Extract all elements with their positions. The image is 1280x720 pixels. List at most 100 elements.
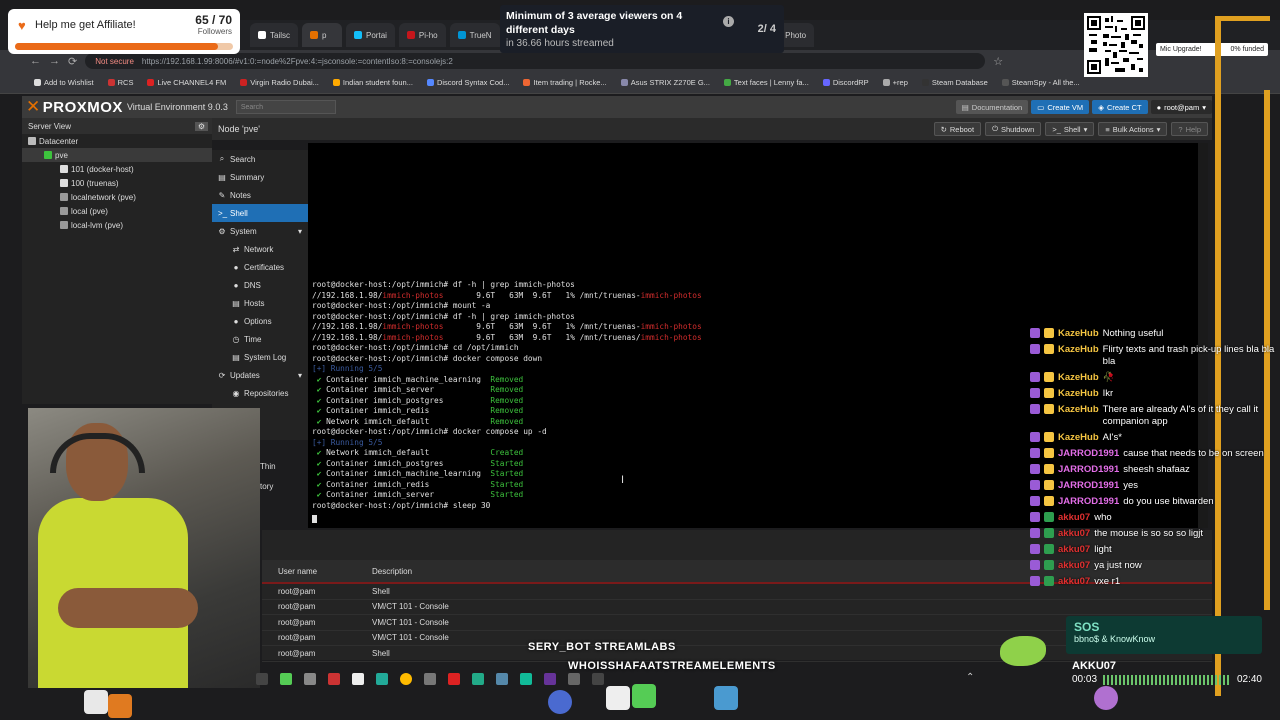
twitch-icon[interactable] <box>544 673 556 685</box>
tree-item[interactable]: local (pve) <box>22 204 212 218</box>
taskbar-app-icon[interactable] <box>448 673 460 685</box>
create-ct-button[interactable]: ◈ Create CT <box>1092 100 1148 114</box>
taskbar-app-icon[interactable] <box>592 673 604 685</box>
taskbar-app-icon[interactable] <box>520 673 532 685</box>
taskbar-app-icon[interactable] <box>424 673 436 685</box>
terminal-segment: [+] Running 5/5 <box>312 364 383 373</box>
shell-button[interactable]: >_ Shell ▾ <box>1045 122 1095 136</box>
menu-item[interactable]: ⚙ System ▾ <box>212 222 308 240</box>
menu-item-label: Shell <box>230 208 248 218</box>
back-icon[interactable]: ← <box>30 55 41 67</box>
browser-tab[interactable]: p <box>302 23 343 47</box>
chrome-icon[interactable] <box>400 673 412 685</box>
bookmark-item[interactable]: Steam Database <box>921 78 988 87</box>
url-field[interactable]: Not secure https://192.168.1.99:8006/#v1… <box>85 53 986 69</box>
menu-item-icon: ⟳ <box>218 370 226 380</box>
play-icon[interactable] <box>280 673 292 685</box>
bulk-actions-button[interactable]: ≡ Bulk Actions ▾ <box>1098 122 1168 136</box>
chat-badge-icon <box>1044 560 1054 570</box>
user-menu-button[interactable]: ● root@pam ▾ <box>1150 100 1212 114</box>
tree-item-label: local (pve) <box>71 206 108 216</box>
chat-message: JARROD1991 cause that needs to be on scre… <box>1030 448 1275 460</box>
taskbar-app-icon[interactable] <box>496 673 508 685</box>
bookmark-item[interactable]: Discord Syntax Cod... <box>426 78 509 87</box>
taskbar-app-icon[interactable] <box>256 673 268 685</box>
bookmark-item[interactable]: Asus STRIX Z270E G... <box>620 78 710 87</box>
chat-message: JARROD1991 sheesh shafaaz <box>1030 464 1275 476</box>
column-description[interactable]: Description <box>372 567 672 576</box>
bookmark-item[interactable]: Live CHANNEL4 FM <box>147 78 226 87</box>
menu-item[interactable]: ✎ Notes <box>212 186 308 204</box>
pve-search-input[interactable]: Search <box>235 100 336 114</box>
bookmark-label: Live CHANNEL4 FM <box>157 78 227 87</box>
tree-item-label: Datacenter <box>39 136 79 146</box>
chat-message: KazeHub AI's* <box>1030 432 1275 444</box>
chevron-up-icon[interactable]: ⌃ <box>966 672 974 683</box>
browser-tab[interactable]: Portai <box>346 23 395 47</box>
documentation-button[interactable]: ▤ Documentation <box>955 100 1029 114</box>
bookmark-item[interactable]: RCS <box>107 78 133 87</box>
taskbar-app-icon[interactable] <box>472 673 484 685</box>
chat-badge-icon <box>1030 404 1040 414</box>
reboot-icon: ↻ <box>940 124 947 134</box>
tree-item[interactable]: Datacenter <box>22 134 212 148</box>
bookmark-item[interactable]: Indian student foun... <box>332 78 413 87</box>
bookmark-label: Indian student foun... <box>342 78 413 87</box>
tree-item[interactable]: 101 (docker-host) <box>22 162 212 176</box>
create-vm-button[interactable]: ▭ Create VM <box>1031 100 1090 114</box>
taskbar-app-icon[interactable] <box>568 673 580 685</box>
taskbar-app-icon[interactable] <box>304 673 316 685</box>
bookmark-item[interactable]: SteamSpy - All the... <box>1001 78 1080 87</box>
column-user-name[interactable]: User name <box>262 567 372 576</box>
chat-text: vxe r1 <box>1094 576 1121 587</box>
terminal-segment: Removed <box>490 385 524 394</box>
bookmark-star-icon[interactable]: ☆ <box>993 55 1003 68</box>
terminal-segment: immich-photos <box>640 322 702 331</box>
reboot-button[interactable]: ↻ Reboot <box>933 122 982 136</box>
browser-tab[interactable]: Pi-ho <box>398 23 446 47</box>
chat-badge-icon <box>1044 480 1054 490</box>
bookmark-item[interactable]: Item trading | Rocke... <box>523 78 607 87</box>
menu-item[interactable]: ⇄ Network <box>212 240 308 258</box>
menu-item[interactable]: ● Certificates <box>212 258 308 276</box>
menu-item[interactable]: ▤ System Log <box>212 348 308 366</box>
bookmark-item[interactable]: +rep <box>882 78 908 87</box>
bookmark-item[interactable]: Add to Wishlist <box>34 78 94 87</box>
shutdown-button[interactable]: ⏻ Shutdown <box>985 122 1042 136</box>
pdf-icon[interactable] <box>328 673 340 685</box>
bookmark-item[interactable]: DiscordRP <box>822 78 869 87</box>
menu-item[interactable]: ▤ Summary <box>212 168 308 186</box>
help-button[interactable]: ? Help <box>1171 122 1208 136</box>
menu-item-icon: ⚙ <box>218 226 226 236</box>
forward-icon[interactable]: → <box>49 55 60 67</box>
menu-item[interactable]: ◷ Time <box>212 330 308 348</box>
terminal-segment: root@docker-host:/opt/immich# mount -a <box>312 301 491 310</box>
chat-message: akku07 light <box>1030 544 1275 556</box>
browser-tab[interactable]: Tailsc <box>250 23 299 47</box>
terminal-cursor <box>312 515 317 523</box>
chat-badge-icon <box>1044 528 1054 538</box>
tree-item[interactable]: localnetwork (pve) <box>22 190 212 204</box>
tree-item[interactable]: pve <box>22 148 212 162</box>
menu-item[interactable]: ● Options <box>212 312 308 330</box>
file-icon[interactable] <box>352 673 364 685</box>
browser-tab[interactable]: TrueN <box>449 23 500 47</box>
not-secure-label[interactable]: Not secure <box>95 57 134 66</box>
tree-node-icon <box>44 151 52 159</box>
bookmark-item[interactable]: Text faces | Lenny fa... <box>723 78 809 87</box>
tree-node-icon <box>60 179 68 187</box>
menu-item[interactable]: ⌕ Search <box>212 150 308 168</box>
bookmark-item[interactable]: Virgin Radio Dubai... <box>240 78 319 87</box>
menu-item[interactable]: ◉ Repositories <box>212 384 308 402</box>
taskbar-app-icon[interactable] <box>376 673 388 685</box>
reload-icon[interactable]: ⟳ <box>68 55 77 68</box>
tree-node-icon <box>60 193 68 201</box>
tree-item[interactable]: local-lvm (pve) <box>22 218 212 232</box>
menu-item[interactable]: >_ Shell <box>212 204 308 222</box>
server-view-selector[interactable]: Server View ⚙ <box>22 118 212 134</box>
menu-item[interactable]: ● DNS <box>212 276 308 294</box>
gear-icon[interactable]: ⚙ <box>194 121 208 131</box>
tree-item[interactable]: 100 (truenas) <box>22 176 212 190</box>
menu-item[interactable]: ▤ Hosts <box>212 294 308 312</box>
menu-item[interactable]: ⟳ Updates ▾ <box>212 366 308 384</box>
